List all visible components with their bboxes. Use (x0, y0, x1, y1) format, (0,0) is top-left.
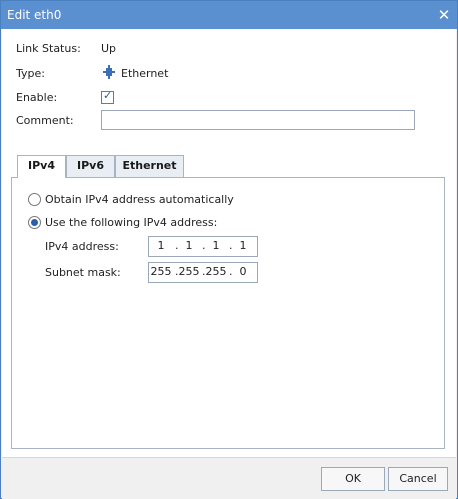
dialog-content: Link Status: Up Type: Ethernet Enable: ✓… (2, 29, 456, 457)
link-status-label: Link Status: (16, 42, 81, 55)
radio-selected-dot (31, 219, 38, 226)
use-following-label: Use the following IPv4 address: (45, 216, 218, 229)
tab-ipv4[interactable]: IPv4 (17, 155, 66, 178)
ip-octet-2: 1 (185, 239, 193, 252)
close-icon[interactable]: ✕ (435, 6, 453, 24)
tab-ipv4-label: IPv4 (28, 159, 55, 172)
cancel-button[interactable]: Cancel (388, 467, 448, 491)
obtain-auto-label: Obtain IPv4 address automatically (45, 193, 234, 206)
tab-ethernet-label: Ethernet (122, 159, 177, 172)
tab-ethernet[interactable]: Ethernet (115, 155, 184, 177)
ipv4-panel: Obtain IPv4 address automatically Use th… (11, 177, 445, 449)
edit-interface-dialog: Edit eth0 ✕ Link Status: Up Type: Ethern… (0, 0, 458, 499)
obtain-auto-radio[interactable] (28, 193, 41, 206)
subnet-mask-label: Subnet mask: (45, 266, 121, 279)
ip-octet-1: 1 (157, 239, 165, 252)
window-title: Edit eth0 (7, 8, 62, 22)
dialog-footer: OK Cancel (2, 457, 456, 499)
link-status-value: Up (101, 42, 117, 55)
ipv4-address-input[interactable]: 1 . 1 . 1 . 1 (148, 236, 258, 257)
enable-label: Enable: (16, 91, 58, 104)
type-label: Type: (16, 67, 45, 80)
mask-octet-1: 255 (150, 265, 172, 278)
comment-label: Comment: (16, 114, 74, 127)
checkmark-icon: ✓ (103, 89, 113, 102)
type-value: Ethernet (121, 67, 169, 80)
tab-ipv6-label: IPv6 (77, 159, 104, 172)
title-bar: Edit eth0 ✕ (1, 1, 457, 29)
enable-checkbox[interactable]: ✓ (101, 89, 114, 104)
tab-ipv6[interactable]: IPv6 (66, 155, 115, 177)
ethernet-icon (103, 65, 115, 79)
comment-input[interactable] (101, 110, 415, 130)
ok-button[interactable]: OK (321, 467, 385, 491)
subnet-mask-input[interactable]: 255 . 255 . 255 . 0 (148, 262, 258, 283)
ip-octet-4: 1 (239, 239, 247, 252)
mask-octet-2: 255 (178, 265, 200, 278)
ipv4-address-label: IPv4 address: (45, 240, 119, 253)
mask-octet-4: 0 (239, 265, 247, 278)
ip-octet-3: 1 (212, 239, 220, 252)
mask-octet-3: 255 (205, 265, 227, 278)
use-following-radio[interactable] (28, 216, 41, 229)
